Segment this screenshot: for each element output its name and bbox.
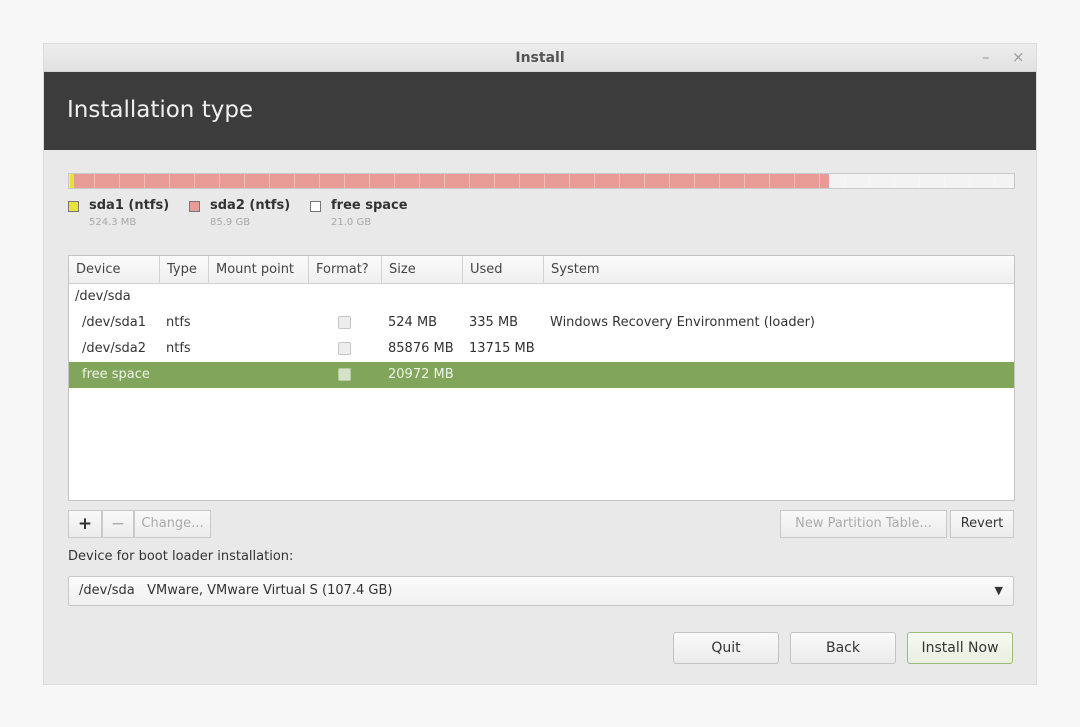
partition-table: Device Type Mount point Format? Size Use… [68, 255, 1015, 501]
partition-bar-grid [69, 174, 1014, 188]
cell-type: ntfs [166, 341, 191, 356]
cell-device: /dev/sda1 [82, 315, 146, 330]
close-icon[interactable]: × [1012, 48, 1025, 66]
cell-device: free space [82, 367, 150, 382]
legend-name: free space [331, 198, 408, 213]
cell-size: 524 MB [388, 315, 438, 330]
cell-type: ntfs [166, 315, 191, 330]
legend-size: 85.9 GB [210, 217, 251, 228]
legend-name: sda1 (ntfs) [89, 198, 170, 213]
column-header-type[interactable]: Type [160, 256, 209, 283]
cell-device: /dev/sda [75, 289, 131, 304]
column-header-system[interactable]: System [544, 256, 1014, 283]
column-header-device[interactable]: Device [69, 256, 160, 283]
column-header-used[interactable]: Used [463, 256, 544, 283]
table-row-free-space[interactable]: free space 20972 MB [69, 362, 1014, 388]
bootloader-device-value: /dev/sda VMware, VMware Virtual S (107.4… [79, 583, 393, 598]
table-row-sda2[interactable]: /dev/sda2 ntfs 85876 MB 13715 MB [69, 336, 1014, 362]
legend-swatch-sda1 [68, 201, 79, 212]
column-header-size[interactable]: Size [382, 256, 463, 283]
cell-size: 85876 MB [388, 341, 454, 356]
add-partition-button[interactable]: + [68, 510, 102, 538]
cell-used: 335 MB [469, 315, 519, 330]
revert-button[interactable]: Revert [950, 510, 1014, 538]
bootloader-device-select[interactable]: /dev/sda VMware, VMware Virtual S (107.4… [68, 576, 1014, 606]
table-header: Device Type Mount point Format? Size Use… [69, 256, 1014, 284]
format-checkbox[interactable] [338, 316, 351, 329]
legend-size: 524.3 MB [89, 217, 137, 228]
cell-system: Windows Recovery Environment (loader) [550, 315, 815, 330]
new-partition-table-button[interactable]: New Partition Table... [780, 510, 947, 538]
page-title: Installation type [67, 97, 254, 123]
back-button[interactable]: Back [790, 632, 896, 664]
legend-swatch-free [310, 201, 321, 212]
format-checkbox[interactable] [338, 368, 351, 381]
quit-button[interactable]: Quit [673, 632, 779, 664]
table-row-sda1[interactable]: /dev/sda1 ntfs 524 MB 335 MB Windows Rec… [69, 310, 1014, 336]
change-partition-button[interactable]: Change... [134, 510, 211, 538]
table-row-sda[interactable]: /dev/sda [69, 284, 1014, 310]
window-title: Install [515, 50, 565, 66]
legend-swatch-sda2 [189, 201, 200, 212]
column-header-format[interactable]: Format? [309, 256, 382, 283]
format-checkbox[interactable] [338, 342, 351, 355]
cell-used: 13715 MB [469, 341, 535, 356]
legend-size: 21.0 GB [331, 217, 372, 228]
partition-bar [68, 173, 1015, 189]
bootloader-label: Device for boot loader installation: [68, 549, 294, 564]
minimize-icon[interactable]: – [982, 48, 990, 66]
remove-partition-button[interactable]: − [102, 510, 134, 538]
cell-device: /dev/sda2 [82, 341, 146, 356]
install-now-button[interactable]: Install Now [907, 632, 1013, 664]
chevron-down-icon: ▼ [994, 584, 1003, 597]
installer-window: Install – × Installation type sda1 (ntfs… [43, 43, 1037, 685]
title-bar: Install – × [44, 44, 1036, 72]
page-header: Installation type [44, 72, 1036, 150]
column-header-mount-point[interactable]: Mount point [209, 256, 309, 283]
cell-size: 20972 MB [388, 367, 454, 382]
legend-name: sda2 (ntfs) [210, 198, 291, 213]
